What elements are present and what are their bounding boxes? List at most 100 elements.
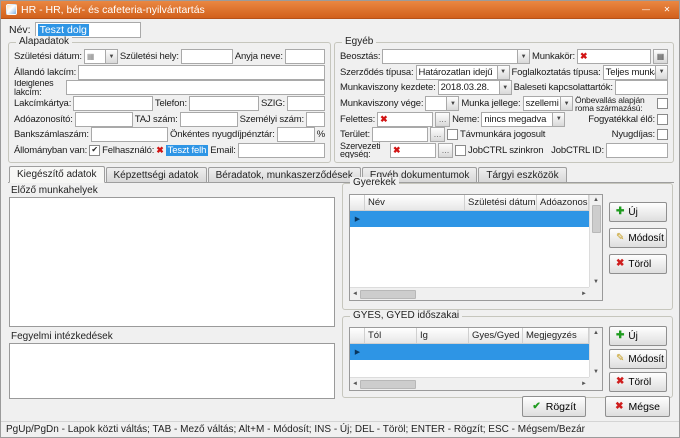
children-vertical-scrollbar[interactable]: ▲ ▼ bbox=[589, 195, 602, 287]
taj-input[interactable] bbox=[180, 112, 238, 127]
jobctrl-sync-checkbox[interactable] bbox=[455, 145, 466, 156]
employment-start-value: 2018.03.28. bbox=[438, 80, 499, 95]
children-delete-button[interactable]: ✖ Töröl bbox=[609, 254, 667, 274]
scroll-up-icon[interactable]: ▲ bbox=[593, 197, 599, 203]
employment-start-picker[interactable]: 2018.03.28. ▼ bbox=[438, 80, 512, 95]
on-staff-checkbox[interactable]: ✔ bbox=[89, 145, 100, 156]
chevron-down-icon[interactable]: ▼ bbox=[499, 80, 512, 95]
children-col-tax-id[interactable]: Adóazonosító bbox=[537, 195, 589, 210]
roma-origin-checkbox[interactable] bbox=[657, 98, 668, 109]
work-nature-select[interactable]: szellemi foglalkoztatott ▼ bbox=[523, 96, 573, 111]
gyes-grid[interactable]: Tól Ig Gyes/Gyed Megjegyzés ▶ ▲ ▼ ◄ bbox=[349, 327, 603, 391]
position-select[interactable]: ▼ bbox=[382, 49, 530, 64]
scroll-up-icon[interactable]: ▲ bbox=[593, 330, 599, 336]
tab-targyi-eszkozok[interactable]: Tárgyi eszközök bbox=[478, 167, 566, 182]
scroll-left-icon[interactable]: ◄ bbox=[352, 381, 358, 387]
accident-contacts-input[interactable] bbox=[615, 80, 668, 95]
email-input[interactable] bbox=[238, 143, 325, 158]
gyes-horizontal-scrollbar[interactable]: ◄ ► bbox=[350, 377, 589, 390]
gyes-new-button[interactable]: ✚ Új bbox=[609, 326, 667, 346]
pension-fund-input[interactable] bbox=[277, 127, 315, 142]
disciplinary-actions-textarea[interactable] bbox=[9, 343, 335, 399]
employment-end-picker[interactable]: ▼ bbox=[425, 96, 459, 111]
birth-date-picker[interactable]: ▦ ▼ bbox=[84, 49, 118, 64]
scroll-right-icon[interactable]: ► bbox=[581, 381, 587, 387]
gender-select[interactable]: nincs megadva ▼ bbox=[481, 112, 565, 127]
job-picker-button[interactable]: ▦ bbox=[653, 49, 668, 64]
phone-input[interactable] bbox=[189, 96, 259, 111]
scrollbar-thumb[interactable] bbox=[360, 290, 416, 299]
birth-place-input[interactable] bbox=[181, 49, 233, 64]
gyes-col-note[interactable]: Megjegyzés bbox=[523, 328, 589, 343]
cancel-button[interactable]: ✖ Mégse bbox=[605, 396, 670, 417]
id-card-label: SZIG: bbox=[261, 98, 285, 109]
window-controls: — ✕ bbox=[639, 4, 674, 16]
tab-kiegeszito-adatok[interactable]: Kiegészítő adatok bbox=[9, 166, 105, 183]
gyes-selected-row[interactable]: ▶ bbox=[350, 344, 589, 360]
user-value[interactable]: Teszt felh bbox=[166, 145, 209, 156]
supervisor-picker-button[interactable]: … bbox=[435, 112, 450, 127]
supervisor-label: Felettes: bbox=[340, 114, 375, 125]
scrollbar-thumb[interactable] bbox=[360, 380, 416, 389]
clear-user-icon[interactable]: ✖ bbox=[156, 146, 163, 155]
previous-workplaces-textarea[interactable] bbox=[9, 197, 335, 327]
disabled-checkbox[interactable] bbox=[657, 114, 668, 125]
children-new-button[interactable]: ✚ Új bbox=[609, 202, 667, 222]
remote-work-label: Távmunkára jogosult bbox=[460, 129, 545, 140]
id-card-input[interactable] bbox=[287, 96, 325, 111]
bank-row: Bankszámlaszám: Önkéntes nyugdíjpénztár:… bbox=[14, 127, 325, 143]
scroll-right-icon[interactable]: ► bbox=[581, 291, 587, 297]
children-selected-row[interactable]: ▶ bbox=[350, 211, 589, 227]
scroll-down-icon[interactable]: ▼ bbox=[593, 279, 599, 285]
area-field[interactable] bbox=[372, 127, 428, 142]
gyes-edit-button[interactable]: ✎ Módosít bbox=[609, 349, 667, 369]
bank-account-input[interactable] bbox=[91, 127, 168, 142]
other-groupbox: Egyéb Beosztás: ▼ Munkakör: ✖ ▦ Szerződé… bbox=[334, 42, 674, 163]
address-card-input[interactable] bbox=[73, 96, 153, 111]
supervisor-field[interactable]: ✖ bbox=[377, 112, 433, 127]
gyes-delete-button[interactable]: ✖ Töröl bbox=[609, 372, 667, 392]
contract-type-select[interactable]: Határozatlan idejű ▼ bbox=[416, 65, 510, 80]
chevron-down-icon[interactable]: ▼ bbox=[105, 49, 118, 64]
chevron-down-icon[interactable]: ▼ bbox=[446, 96, 459, 111]
personal-id-input[interactable] bbox=[306, 112, 325, 127]
chevron-down-icon[interactable]: ▼ bbox=[497, 65, 510, 80]
gyes-col-from[interactable]: Tól bbox=[365, 328, 417, 343]
permanent-address-input[interactable] bbox=[78, 65, 325, 80]
children-grid[interactable]: Név Születési dátum Adóazonosító ▶ ▲ ▼ ◄ bbox=[349, 194, 603, 301]
tax-id-input[interactable] bbox=[75, 112, 133, 127]
org-unit-picker-button[interactable]: … bbox=[438, 143, 453, 158]
org-unit-field[interactable]: ✖ bbox=[390, 143, 436, 158]
scrollbar-thumb[interactable] bbox=[592, 205, 601, 233]
area-picker-button[interactable]: … bbox=[430, 127, 445, 142]
close-icon[interactable]: ✕ bbox=[660, 4, 674, 16]
required-x-icon: ✖ bbox=[580, 52, 587, 61]
children-col-birth-date[interactable]: Születési dátum bbox=[465, 195, 537, 210]
children-edit-button[interactable]: ✎ Módosít bbox=[609, 228, 667, 248]
employment-type-value: Teljes munkaidő bbox=[603, 65, 655, 80]
scroll-down-icon[interactable]: ▼ bbox=[593, 369, 599, 375]
job-field[interactable]: ✖ bbox=[577, 49, 651, 64]
remote-work-checkbox[interactable] bbox=[447, 129, 458, 140]
employment-type-select[interactable]: Teljes munkaidő ▼ bbox=[603, 65, 668, 80]
gyes-col-to[interactable]: Ig bbox=[417, 328, 469, 343]
scroll-left-icon[interactable]: ◄ bbox=[352, 291, 358, 297]
chevron-down-icon[interactable]: ▼ bbox=[655, 65, 668, 80]
mothers-name-input[interactable] bbox=[285, 49, 325, 64]
jobctrl-id-input[interactable] bbox=[606, 143, 668, 158]
retired-checkbox[interactable] bbox=[657, 129, 668, 140]
gyes-vertical-scrollbar[interactable]: ▲ ▼ bbox=[589, 328, 602, 377]
gyes-col-type[interactable]: Gyes/Gyed bbox=[469, 328, 523, 343]
children-horizontal-scrollbar[interactable]: ◄ ► bbox=[350, 287, 589, 300]
pension-fund-label: Önkéntes nyugdíjpénztár: bbox=[170, 129, 275, 140]
chevron-down-icon[interactable]: ▼ bbox=[517, 49, 530, 64]
temporary-address-input[interactable] bbox=[66, 80, 325, 95]
tab-kepzettsegi-adatok[interactable]: Képzettségi adatok bbox=[106, 167, 207, 182]
tab-beradatok-munkaszerzodesek[interactable]: Béradatok, munkaszerződések bbox=[208, 167, 361, 182]
children-col-name[interactable]: Név bbox=[365, 195, 465, 210]
minimize-icon[interactable]: — bbox=[639, 4, 653, 16]
ellipsis-icon: … bbox=[439, 115, 447, 124]
chevron-down-icon[interactable]: ▼ bbox=[560, 96, 573, 111]
save-button[interactable]: ✔ Rögzít bbox=[522, 396, 586, 417]
chevron-down-icon[interactable]: ▼ bbox=[552, 112, 565, 127]
